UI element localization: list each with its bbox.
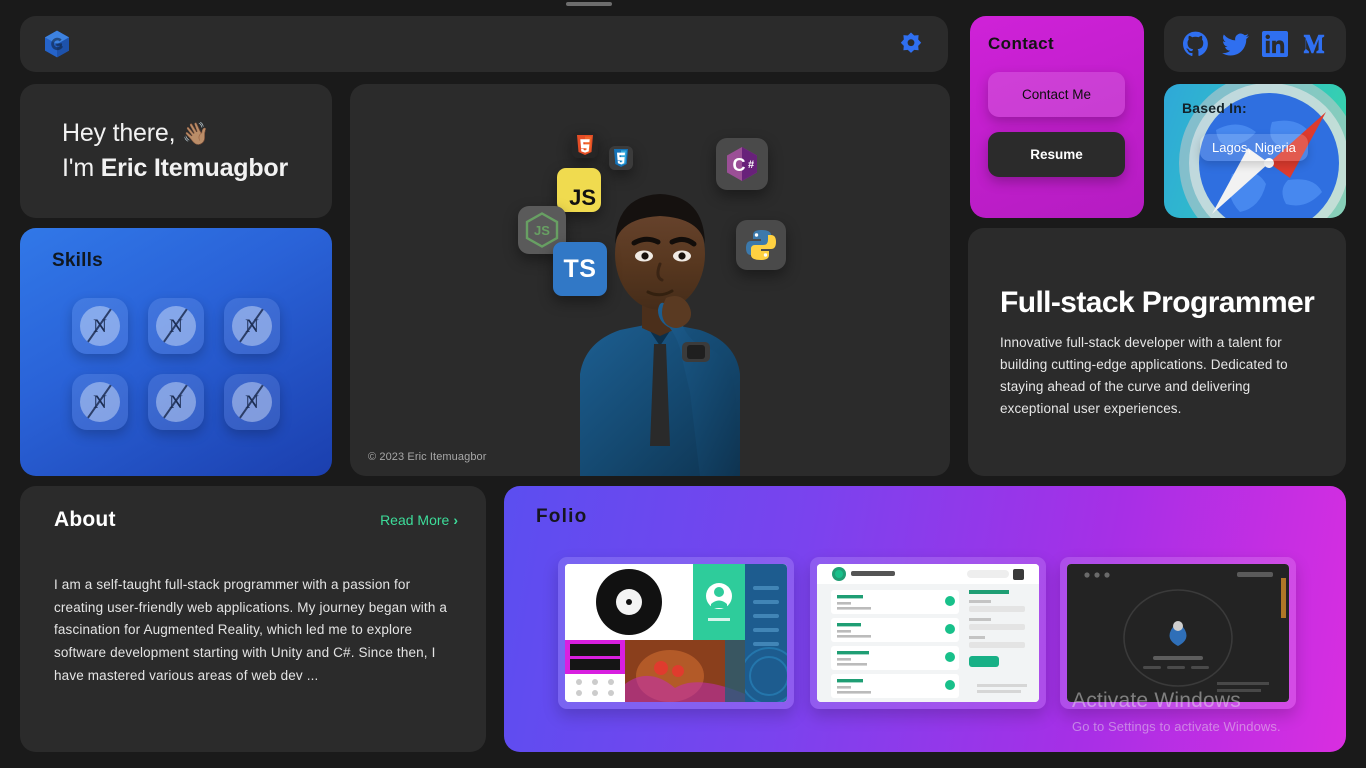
project-preview-dark-app <box>1067 564 1289 702</box>
scroll-indicator[interactable] <box>566 2 612 6</box>
folio-card: Folio <box>504 486 1346 752</box>
greeting-text: Hey there, <box>62 119 175 147</box>
svg-text:JS: JS <box>534 223 550 238</box>
folio-title: Folio <box>536 506 587 528</box>
about-header: About Read More › <box>54 508 458 532</box>
csharp-icon[interactable]: C # <box>716 138 768 190</box>
skill-item-nextjs[interactable]: N <box>224 298 280 354</box>
read-more-link[interactable]: Read More › <box>380 512 458 528</box>
contact-title: Contact <box>988 34 1126 54</box>
resume-button[interactable]: Resume <box>988 132 1125 177</box>
python-icon[interactable] <box>736 220 786 270</box>
social-links-bar <box>1164 16 1346 72</box>
read-more-label: Read More <box>380 512 449 528</box>
wave-emoji-icon: 👋🏽 <box>182 121 209 146</box>
about-body-text: I am a self-taught full-stack programmer… <box>54 574 458 687</box>
javascript-icon[interactable]: JS <box>557 168 601 212</box>
project-thumbnail-workout-buddy[interactable] <box>810 557 1046 709</box>
role-card: Full-stack Programmer Innovative full-st… <box>968 228 1346 476</box>
header-bar <box>20 16 948 72</box>
typescript-icon[interactable]: TS <box>553 242 607 296</box>
project-preview-workout-buddy <box>817 564 1039 702</box>
eric-hex-logo-icon[interactable] <box>42 29 72 59</box>
contact-me-button[interactable]: Contact Me <box>988 72 1125 117</box>
skills-grid: N N N N N N <box>72 298 332 430</box>
portrait-card: JS JS TS C # <box>350 84 950 476</box>
greeting-card: Hey there, 👋🏽 I'm Eric Itemuagbor <box>20 84 332 218</box>
skill-item-nextjs[interactable]: N <box>148 374 204 430</box>
based-in-card: Based In: Lagos, Nigeria <box>1164 84 1346 218</box>
skill-item-nextjs[interactable]: N <box>72 298 128 354</box>
project-preview-music <box>565 564 787 702</box>
medium-icon[interactable] <box>1299 29 1329 59</box>
role-title: Full-stack Programmer <box>1000 286 1318 319</box>
nextjs-icon: N <box>156 382 196 422</box>
skills-title: Skills <box>52 250 332 272</box>
nextjs-icon: N <box>232 382 272 422</box>
copyright-text: © 2023 Eric Itemuagbor <box>368 451 487 463</box>
location-pill[interactable]: Lagos, Nigeria <box>1200 134 1308 161</box>
contact-card: Contact Contact Me Resume <box>970 16 1144 218</box>
nextjs-icon: N <box>232 306 272 346</box>
svg-text:#: # <box>748 159 754 171</box>
nextjs-icon: N <box>156 306 196 346</box>
css3-icon[interactable] <box>609 146 633 170</box>
nextjs-icon: N <box>80 306 120 346</box>
about-title: About <box>54 508 116 532</box>
skills-card: Skills N N N N N N <box>20 228 332 476</box>
skill-item-nextjs[interactable]: N <box>224 374 280 430</box>
brightness-icon <box>898 31 924 57</box>
svg-text:C: C <box>733 155 746 175</box>
brightness-toggle-button[interactable] <box>896 29 926 59</box>
nextjs-icon: N <box>80 382 120 422</box>
role-description: Innovative full-stack developer with a t… <box>1000 332 1318 419</box>
skill-item-nextjs[interactable]: N <box>148 298 204 354</box>
twitter-icon[interactable] <box>1220 29 1250 59</box>
based-in-title: Based In: <box>1182 100 1247 116</box>
greeting-line: Hey there, 👋🏽 <box>62 116 332 152</box>
github-icon[interactable] <box>1181 29 1211 59</box>
chevron-right-icon: › <box>453 512 458 528</box>
name-line: I'm Eric Itemuagbor <box>62 151 332 187</box>
portfolio-page: Hey there, 👋🏽 I'm Eric Itemuagbor Skills… <box>0 0 1366 768</box>
project-thumbnail-music[interactable] <box>558 557 794 709</box>
html5-icon[interactable] <box>572 132 598 158</box>
project-thumbnail-dark-app[interactable] <box>1060 557 1296 709</box>
skill-item-nextjs[interactable]: N <box>72 374 128 430</box>
intro-prefix: I'm <box>62 154 101 182</box>
linkedin-icon[interactable] <box>1260 29 1290 59</box>
owner-name: Eric Itemuagbor <box>101 154 288 182</box>
about-card: About Read More › I am a self-taught ful… <box>20 486 486 752</box>
